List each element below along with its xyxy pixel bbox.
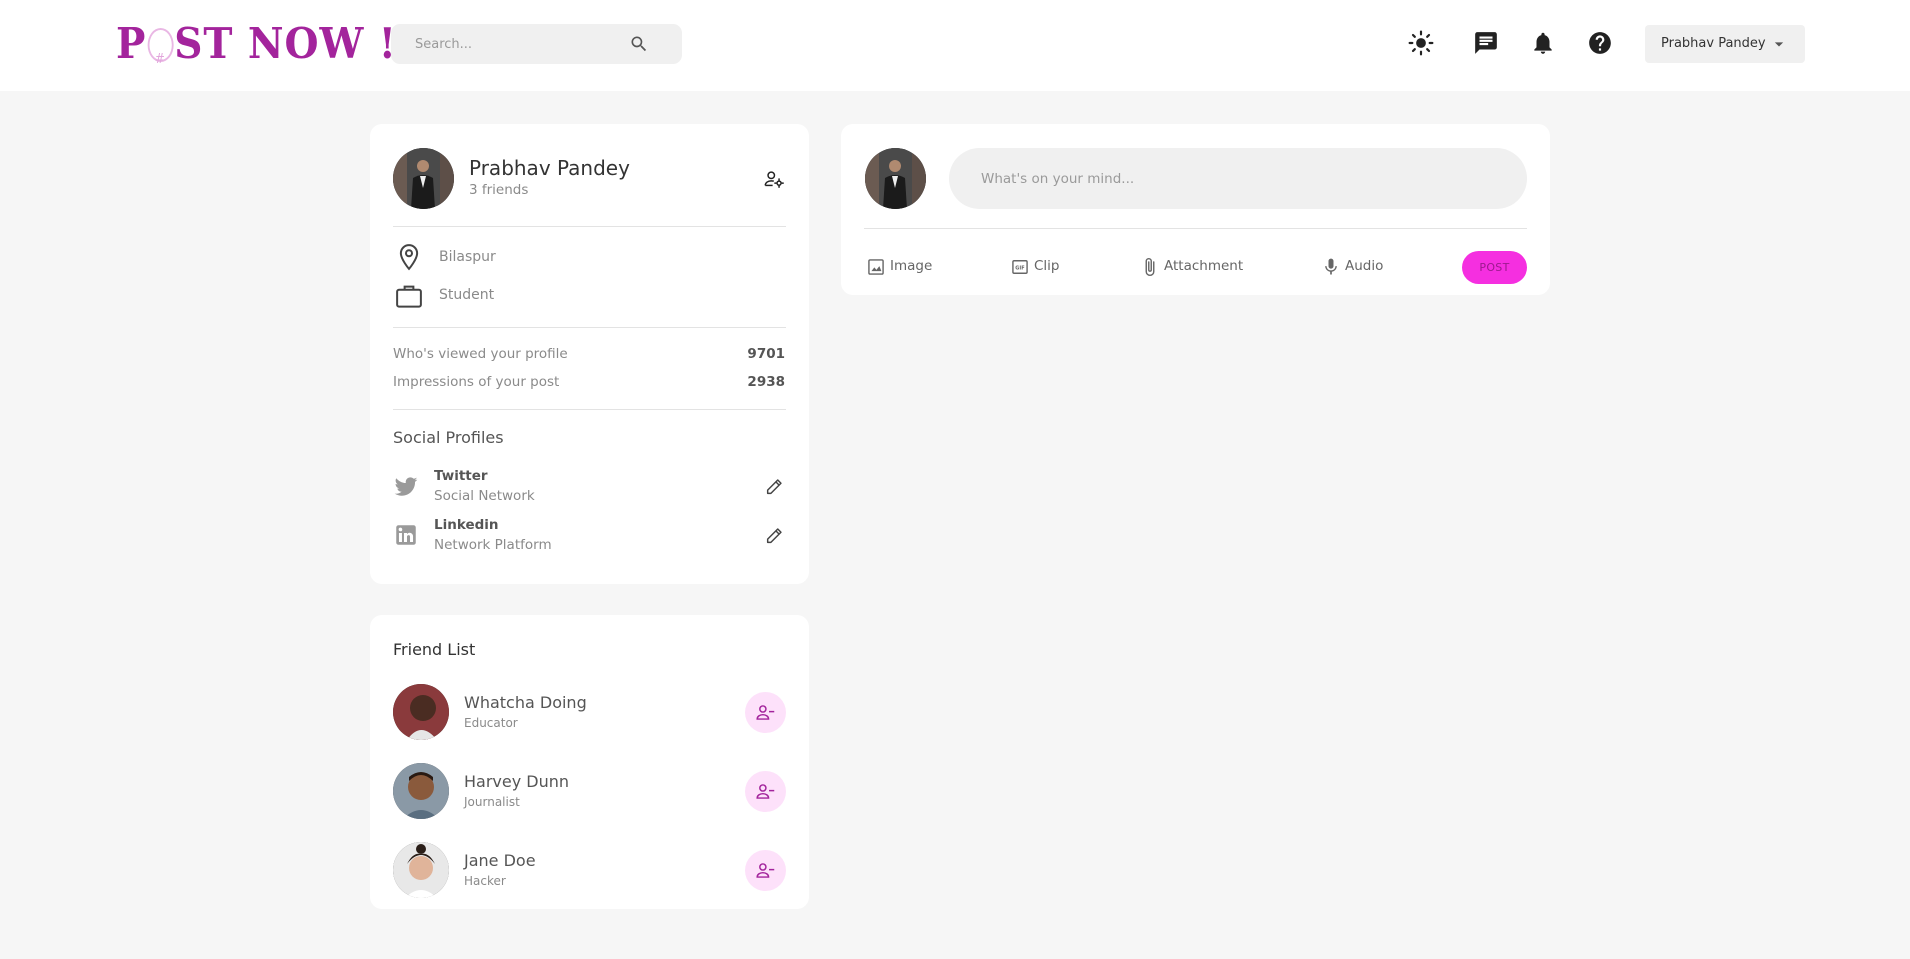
stat-label: Impressions of your post: [393, 374, 560, 390]
social-sub: Network Platform: [434, 537, 552, 553]
post-button[interactable]: POST: [1462, 251, 1527, 284]
stat-label: Who's viewed your profile: [393, 346, 568, 362]
user-menu-label: Prabhav Pandey: [1661, 36, 1766, 51]
profile-photo: [865, 148, 926, 209]
social-name-twitter[interactable]: Twitter: [434, 468, 488, 484]
gif-box-icon: GIF: [1012, 260, 1028, 274]
image-icon: [868, 259, 884, 275]
attachment-action-label: Attachment: [1164, 258, 1244, 274]
manage-accounts-icon[interactable]: [763, 168, 785, 190]
stat-value: 9701: [747, 346, 785, 362]
linkedin-icon: [396, 525, 416, 545]
message-icon[interactable]: [1473, 30, 1499, 56]
composer-divider: [864, 228, 1527, 229]
attachment-action-button[interactable]: Attachment: [1140, 255, 1244, 279]
friend-name[interactable]: Whatcha Doing: [464, 693, 587, 712]
top-navbar: P ST NOW ! Prabhav Pandey: [0, 0, 1910, 91]
briefcase-icon: [396, 285, 422, 308]
edit-pencil-icon[interactable]: [764, 524, 786, 546]
profile-name[interactable]: Prabhav Pandey: [469, 156, 630, 180]
profile-divider: [393, 409, 786, 410]
person-remove-icon: [756, 705, 775, 720]
person-remove-icon: [756, 784, 775, 799]
profile-divider: [393, 226, 786, 227]
remove-friend-button[interactable]: [745, 850, 786, 891]
logo-ring-icon: [147, 28, 174, 84]
remove-friend-button[interactable]: [745, 771, 786, 812]
logo-text: ST NOW !: [174, 19, 397, 68]
image-action-button[interactable]: Image: [866, 255, 936, 279]
friend-name[interactable]: Jane Doe: [464, 851, 536, 870]
clip-action-label: Clip: [1034, 258, 1060, 274]
logo-letter: P: [116, 19, 147, 68]
post-composer-card: Image GIF Clip Attachment Audio POST: [841, 124, 1550, 295]
remove-friend-button[interactable]: [745, 692, 786, 733]
profile-divider: [393, 327, 786, 328]
social-name-linkedin[interactable]: Linkedin: [434, 517, 499, 533]
audio-action-label: Audio: [1345, 258, 1384, 274]
location-pin-icon: [399, 244, 419, 271]
audio-action-button[interactable]: Audio: [1321, 255, 1387, 279]
profile-friends-count: 3 friends: [469, 182, 529, 198]
light-mode-icon[interactable]: [1408, 30, 1434, 56]
friend-occupation: Hacker: [464, 874, 506, 888]
profile-avatar[interactable]: [393, 148, 454, 209]
friend-photo: [393, 763, 449, 819]
friend-photo: [393, 684, 449, 740]
image-action-label: Image: [890, 258, 933, 274]
search-input[interactable]: [415, 24, 625, 64]
paperclip-icon: [1145, 257, 1155, 277]
friend-occupation: Educator: [464, 716, 518, 730]
social-sub: Social Network: [434, 488, 535, 504]
friend-avatar[interactable]: [393, 763, 449, 819]
friend-avatar[interactable]: [393, 684, 449, 740]
friend-list-card: Friend List Whatcha Doing Educator Harve…: [370, 615, 809, 909]
friend-avatar[interactable]: [393, 842, 449, 898]
composer-avatar[interactable]: [865, 148, 926, 209]
profile-photo: [393, 148, 454, 209]
user-menu-select[interactable]: Prabhav Pandey: [1645, 25, 1805, 63]
stat-value: 2938: [747, 374, 785, 390]
friend-list-title: Friend List: [393, 640, 476, 659]
search-icon[interactable]: [629, 34, 649, 54]
clip-action-button[interactable]: GIF Clip: [1010, 255, 1064, 279]
friend-name[interactable]: Harvey Dunn: [464, 772, 569, 791]
person-remove-icon: [756, 863, 775, 878]
profile-location: Bilaspur: [439, 249, 496, 265]
profile-card: Prabhav Pandey 3 friends Bilaspur Studen…: [370, 124, 809, 584]
edit-pencil-icon[interactable]: [764, 475, 786, 497]
microphone-icon: [1325, 258, 1337, 275]
notifications-icon[interactable]: [1530, 30, 1556, 56]
profile-occupation: Student: [439, 287, 495, 303]
chevron-down-icon: [1774, 42, 1784, 47]
social-profiles-title: Social Profiles: [393, 428, 504, 447]
help-icon[interactable]: [1587, 30, 1613, 56]
post-text-input[interactable]: [949, 148, 1527, 209]
search-box: [391, 24, 682, 64]
app-logo[interactable]: P ST NOW !: [116, 19, 397, 85]
friend-photo: [393, 842, 449, 898]
friend-occupation: Journalist: [464, 795, 520, 809]
svg-text:GIF: GIF: [1015, 266, 1024, 272]
twitter-icon: [394, 477, 418, 496]
